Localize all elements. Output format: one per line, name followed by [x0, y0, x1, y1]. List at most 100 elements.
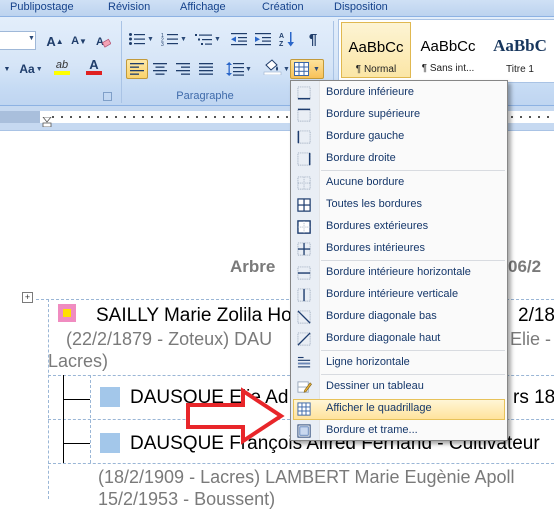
ruler-tick [223, 116, 225, 118]
inside-horizontal-border-icon [297, 266, 311, 280]
ruler-tick [232, 116, 234, 118]
svg-text:A: A [279, 33, 284, 40]
table-gridline [90, 375, 91, 463]
menu-item-outside-borders[interactable]: Bordures extérieures [293, 217, 505, 238]
menu-item-inside-horizontal-border[interactable]: Bordure intérieure horizontale [293, 263, 505, 284]
shading-icon [263, 59, 282, 75]
ruler-tick [169, 116, 171, 118]
menu-item-draw-table[interactable]: Dessiner un tableau [293, 377, 505, 398]
menu-item-label: Ligne horizontale [326, 356, 410, 368]
menu-item-border-top[interactable]: Bordure supérieure [293, 105, 505, 126]
line-spacing-button[interactable]: ▼ [224, 59, 254, 79]
numbering-button[interactable]: 1 2 3 ▼ [158, 29, 190, 49]
menu-separator [321, 374, 505, 375]
child-date: rs 18 [513, 387, 554, 408]
align-center-button[interactable] [149, 59, 171, 79]
multilevel-list-button[interactable]: ▼ [192, 29, 224, 49]
increase-indent-button[interactable] [252, 29, 274, 49]
numbering-icon: 1 2 3 [161, 33, 179, 46]
child-marker-icon [100, 433, 120, 453]
person-date: 2/18 [518, 305, 554, 326]
font-partial-button[interactable]: ▼ [0, 59, 14, 79]
tab-disposition[interactable]: Disposition [334, 0, 388, 14]
show-formatting-button[interactable]: ¶ [302, 29, 324, 49]
align-right-button[interactable] [172, 59, 194, 79]
chevron-down-icon[interactable]: ▼ [28, 35, 35, 42]
tree-connector [63, 375, 64, 463]
border-bottom-icon [297, 86, 311, 100]
font-dialog-launcher-icon[interactable] [103, 92, 112, 101]
style-normal[interactable]: AaBbCc ¶ Normal [341, 22, 411, 78]
tab-affichage[interactable]: Affichage [180, 0, 226, 14]
red-arrow-annotation-icon [186, 387, 285, 445]
draw-table-icon [297, 381, 312, 393]
align-left-button[interactable] [126, 59, 148, 79]
menu-item-label: Bordure gauche [326, 130, 405, 142]
shading-dropdown-icon[interactable]: ▼ [283, 66, 290, 73]
menu-item-diagonal-up-border[interactable]: Bordure diagonale haut [293, 329, 505, 350]
sort-icon: A Z [279, 32, 294, 47]
menu-item-border-right[interactable]: Bordure droite [293, 149, 505, 170]
bullets-button[interactable]: ▼ [126, 29, 156, 49]
style-titre-1[interactable]: AaBbC Titre 1 [485, 22, 554, 78]
tab-publipostage[interactable]: Publipostage [10, 0, 74, 14]
menu-item-border-bottom[interactable]: Bordure inférieure [293, 83, 505, 104]
ruler-tick [520, 116, 522, 118]
tab-creation[interactable]: Création [262, 0, 304, 14]
shrink-font-label: A [71, 35, 80, 47]
sort-button[interactable]: A Z [277, 29, 297, 49]
style-name: ¶ Normal [355, 64, 397, 75]
border-right-icon [297, 152, 311, 166]
justify-button[interactable] [195, 59, 217, 79]
multilevel-list-icon [195, 34, 213, 45]
font-color-label: A [89, 57, 99, 72]
menu-separator [321, 170, 505, 171]
menu-item-label: Dessiner un tableau [326, 380, 424, 392]
highlight-button[interactable]: ab [48, 57, 76, 77]
indent-marker-icon[interactable] [42, 117, 52, 127]
tab-revision[interactable]: Révision [108, 0, 150, 14]
no-border-icon [297, 176, 311, 190]
shrink-font-button[interactable]: A ▼ [68, 31, 90, 51]
menu-item-diagonal-down-border[interactable]: Bordure diagonale bas [293, 307, 505, 328]
borders-button[interactable]: ▼ [290, 59, 324, 79]
menu-item-all-borders[interactable]: Toutes les bordures [293, 195, 505, 216]
menu-item-no-border[interactable]: Aucune bordure [293, 173, 505, 194]
ruler-tick [241, 116, 243, 118]
ruler-tick [70, 116, 72, 118]
highlight-label: ab [55, 58, 69, 71]
style-sample: AaBbCc [420, 38, 476, 55]
clear-formatting-button[interactable]: A [92, 31, 114, 51]
ruler-tick [547, 116, 549, 118]
change-case-button[interactable]: Aa ▼ [17, 59, 45, 79]
menu-item-label: Bordures extérieures [326, 220, 429, 232]
paragraph-group-label: Paragraphe [176, 90, 234, 102]
menu-item-border-left[interactable]: Bordure gauche [293, 127, 505, 148]
style-name: Titre 1 [506, 64, 534, 75]
diagonal-down-border-icon [297, 310, 311, 324]
menu-item-inside-borders[interactable]: Bordures intérieures [293, 239, 505, 260]
clear-formatting-icon: A [96, 36, 111, 48]
ruler-tick [286, 116, 288, 118]
ruler-tick [187, 116, 189, 118]
svg-text:A: A [96, 36, 104, 48]
menu-item-inside-vertical-border[interactable]: Bordure intérieure verticale [293, 285, 505, 306]
borders-and-shading-icon [297, 424, 311, 438]
ruler-tick [259, 116, 261, 118]
decrease-indent-button[interactable] [228, 29, 250, 49]
style-no-spacing[interactable]: AaBbCc ¶ Sans int... [413, 22, 483, 78]
ruler-margin [0, 111, 40, 123]
line-spacing-icon [226, 62, 245, 76]
ruler-tick [115, 116, 117, 118]
borders-icon [294, 62, 310, 76]
decrease-indent-icon [231, 33, 247, 46]
border-top-icon [297, 108, 311, 122]
menu-item-horizontal-line[interactable]: Ligne horizontale [293, 353, 505, 374]
diagonal-up-border-icon [297, 332, 311, 346]
menu-item-view-gridlines[interactable]: Afficher le quadrillage [293, 399, 505, 420]
menu-separator [321, 260, 505, 261]
grow-font-button[interactable]: A ▲ [44, 31, 66, 51]
font-color-button[interactable]: A [80, 57, 108, 77]
table-move-handle-icon[interactable]: + [22, 292, 33, 303]
menu-item-borders-and-shading[interactable]: Bordure et trame... [293, 421, 505, 442]
